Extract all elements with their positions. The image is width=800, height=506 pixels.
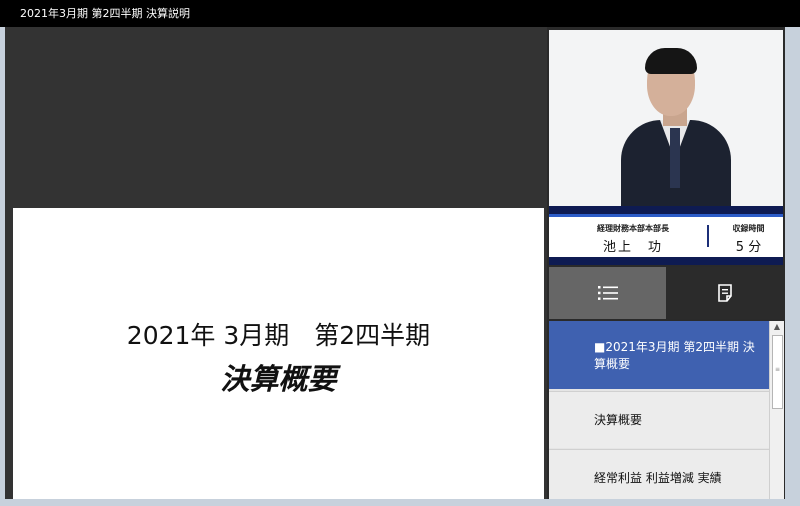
duration-value: 5 分: [735, 240, 762, 255]
name-bar-top: [549, 206, 783, 214]
chapter-item[interactable]: 決算概要: [549, 391, 769, 448]
slide-subtitle: 2021年 3月期 第2四半期: [126, 321, 431, 350]
speaker-name: 池上 功: [602, 240, 663, 255]
presenter-hair: [645, 48, 697, 74]
speaker-card: 経理財務本部本部長 池上 功 収録時間 5 分: [549, 217, 783, 257]
presentation-slide: 2021年 3月期 第2四半期 決算概要: [13, 208, 544, 499]
tab-documents[interactable]: [666, 267, 785, 319]
scrollbar-thumb[interactable]: ≡: [772, 335, 783, 409]
chapter-item[interactable]: 経常利益 利益増減 実績: [549, 449, 769, 499]
presenter-tie: [670, 128, 680, 188]
chapter-label: 決算概要: [594, 413, 643, 427]
duration-label: 収録時間: [732, 224, 765, 233]
slide-title: 決算概要: [220, 362, 337, 396]
panel-tabs: [547, 267, 785, 319]
presenter-video[interactable]: [549, 30, 783, 206]
grip-icon: ≡: [775, 366, 781, 373]
speaker-divider: [707, 225, 709, 247]
side-panel: 経理財務本部本部長 池上 功 収録時間 5 分 ■2021年3月期 第2四半期 …: [547, 27, 785, 499]
window-titlebar: 2021年3月期 第2四半期 決算説明: [0, 0, 800, 27]
slide-viewer: 2021年 3月期 第2四半期 決算概要: [5, 27, 547, 499]
tab-chapter-list[interactable]: [549, 267, 666, 319]
chapter-label: 経常利益 利益増減 実績: [594, 471, 722, 485]
chapter-item-selected[interactable]: ■2021年3月期 第2四半期 決算概要: [549, 321, 769, 389]
name-bar-bottom: [549, 257, 783, 265]
chapter-list: ■2021年3月期 第2四半期 決算概要 決算概要 経常利益 利益増減 実績: [549, 321, 769, 499]
app-window: 2021年3月期 第2四半期 決算説明 2021年 3月期 第2四半期 決算概要…: [0, 0, 800, 506]
chapter-scrollbar[interactable]: ▲ ≡: [769, 321, 784, 499]
scroll-up-arrow-icon[interactable]: ▲: [770, 321, 784, 333]
chapter-label: ■2021年3月期 第2四半期 決算概要: [594, 340, 755, 371]
list-icon: [597, 286, 618, 300]
window-title: 2021年3月期 第2四半期 決算説明: [20, 7, 190, 20]
speaker-role: 経理財務本部本部長: [597, 224, 669, 233]
document-icon: [717, 284, 732, 302]
